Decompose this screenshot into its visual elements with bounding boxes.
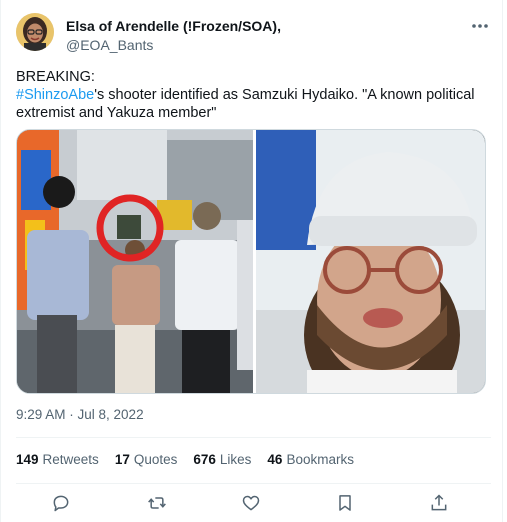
tweet-text: BREAKING: #ShinzoAbe's shooter identifie… [16,68,494,122]
bookmark-icon [339,495,351,511]
retweets-label: Retweets [42,452,99,467]
share-icon [431,494,447,511]
tweet-card: Elsa of Arendelle (!Frozen/SOA), @EOA_Ba… [0,0,507,522]
likes-label: Likes [219,452,252,467]
retweet-button[interactable] [144,490,170,516]
more-icon[interactable] [468,16,492,36]
likes-count: 676 [193,452,216,467]
reply-button[interactable] [48,490,74,516]
reply-icon [53,495,69,512]
tweet-media[interactable] [16,129,486,394]
retweets-count: 149 [16,452,39,467]
retweet-icon [148,497,166,509]
quotes-stat[interactable]: 17 Quotes [115,452,178,467]
action-bar [16,490,486,516]
user-handle[interactable]: @EOA_Bants [66,37,281,54]
media-image-right[interactable] [256,130,486,394]
right-border [502,0,503,522]
divider [16,437,491,438]
media-image-left[interactable] [17,130,253,394]
tweet-timestamp[interactable]: 9:29 AM · Jul 8, 2022 [16,407,144,422]
bookmarks-stat[interactable]: 46 Bookmarks [267,452,354,467]
bookmarks-count: 46 [267,452,283,467]
left-border [0,0,1,522]
retweets-stat[interactable]: 149 Retweets [16,452,99,467]
tweet-header: Elsa of Arendelle (!Frozen/SOA), @EOA_Ba… [16,13,492,57]
engagement-stats: 149 Retweets 17 Quotes 676 Likes 46 Bookmark… [16,452,370,467]
display-name[interactable]: Elsa of Arendelle (!Frozen/SOA), [66,18,281,35]
quotes-label: Quotes [133,452,178,467]
hashtag-link[interactable]: #ShinzoAbe [16,87,94,103]
tweet-line-breaking: BREAKING: [16,69,95,85]
quotes-count: 17 [114,452,130,467]
bookmark-button[interactable] [332,490,358,516]
like-button[interactable] [238,490,264,516]
bookmarks-label: Bookmarks [286,452,354,467]
author-names: Elsa of Arendelle (!Frozen/SOA), @EOA_Ba… [66,18,281,54]
divider [16,483,491,484]
avatar[interactable] [16,13,54,51]
share-button[interactable] [426,490,452,516]
tweet-line-main: #ShinzoAbe's shooter identified as Samzu… [16,86,494,122]
likes-stat[interactable]: 676 Likes [193,452,251,467]
heart-icon [242,495,260,511]
